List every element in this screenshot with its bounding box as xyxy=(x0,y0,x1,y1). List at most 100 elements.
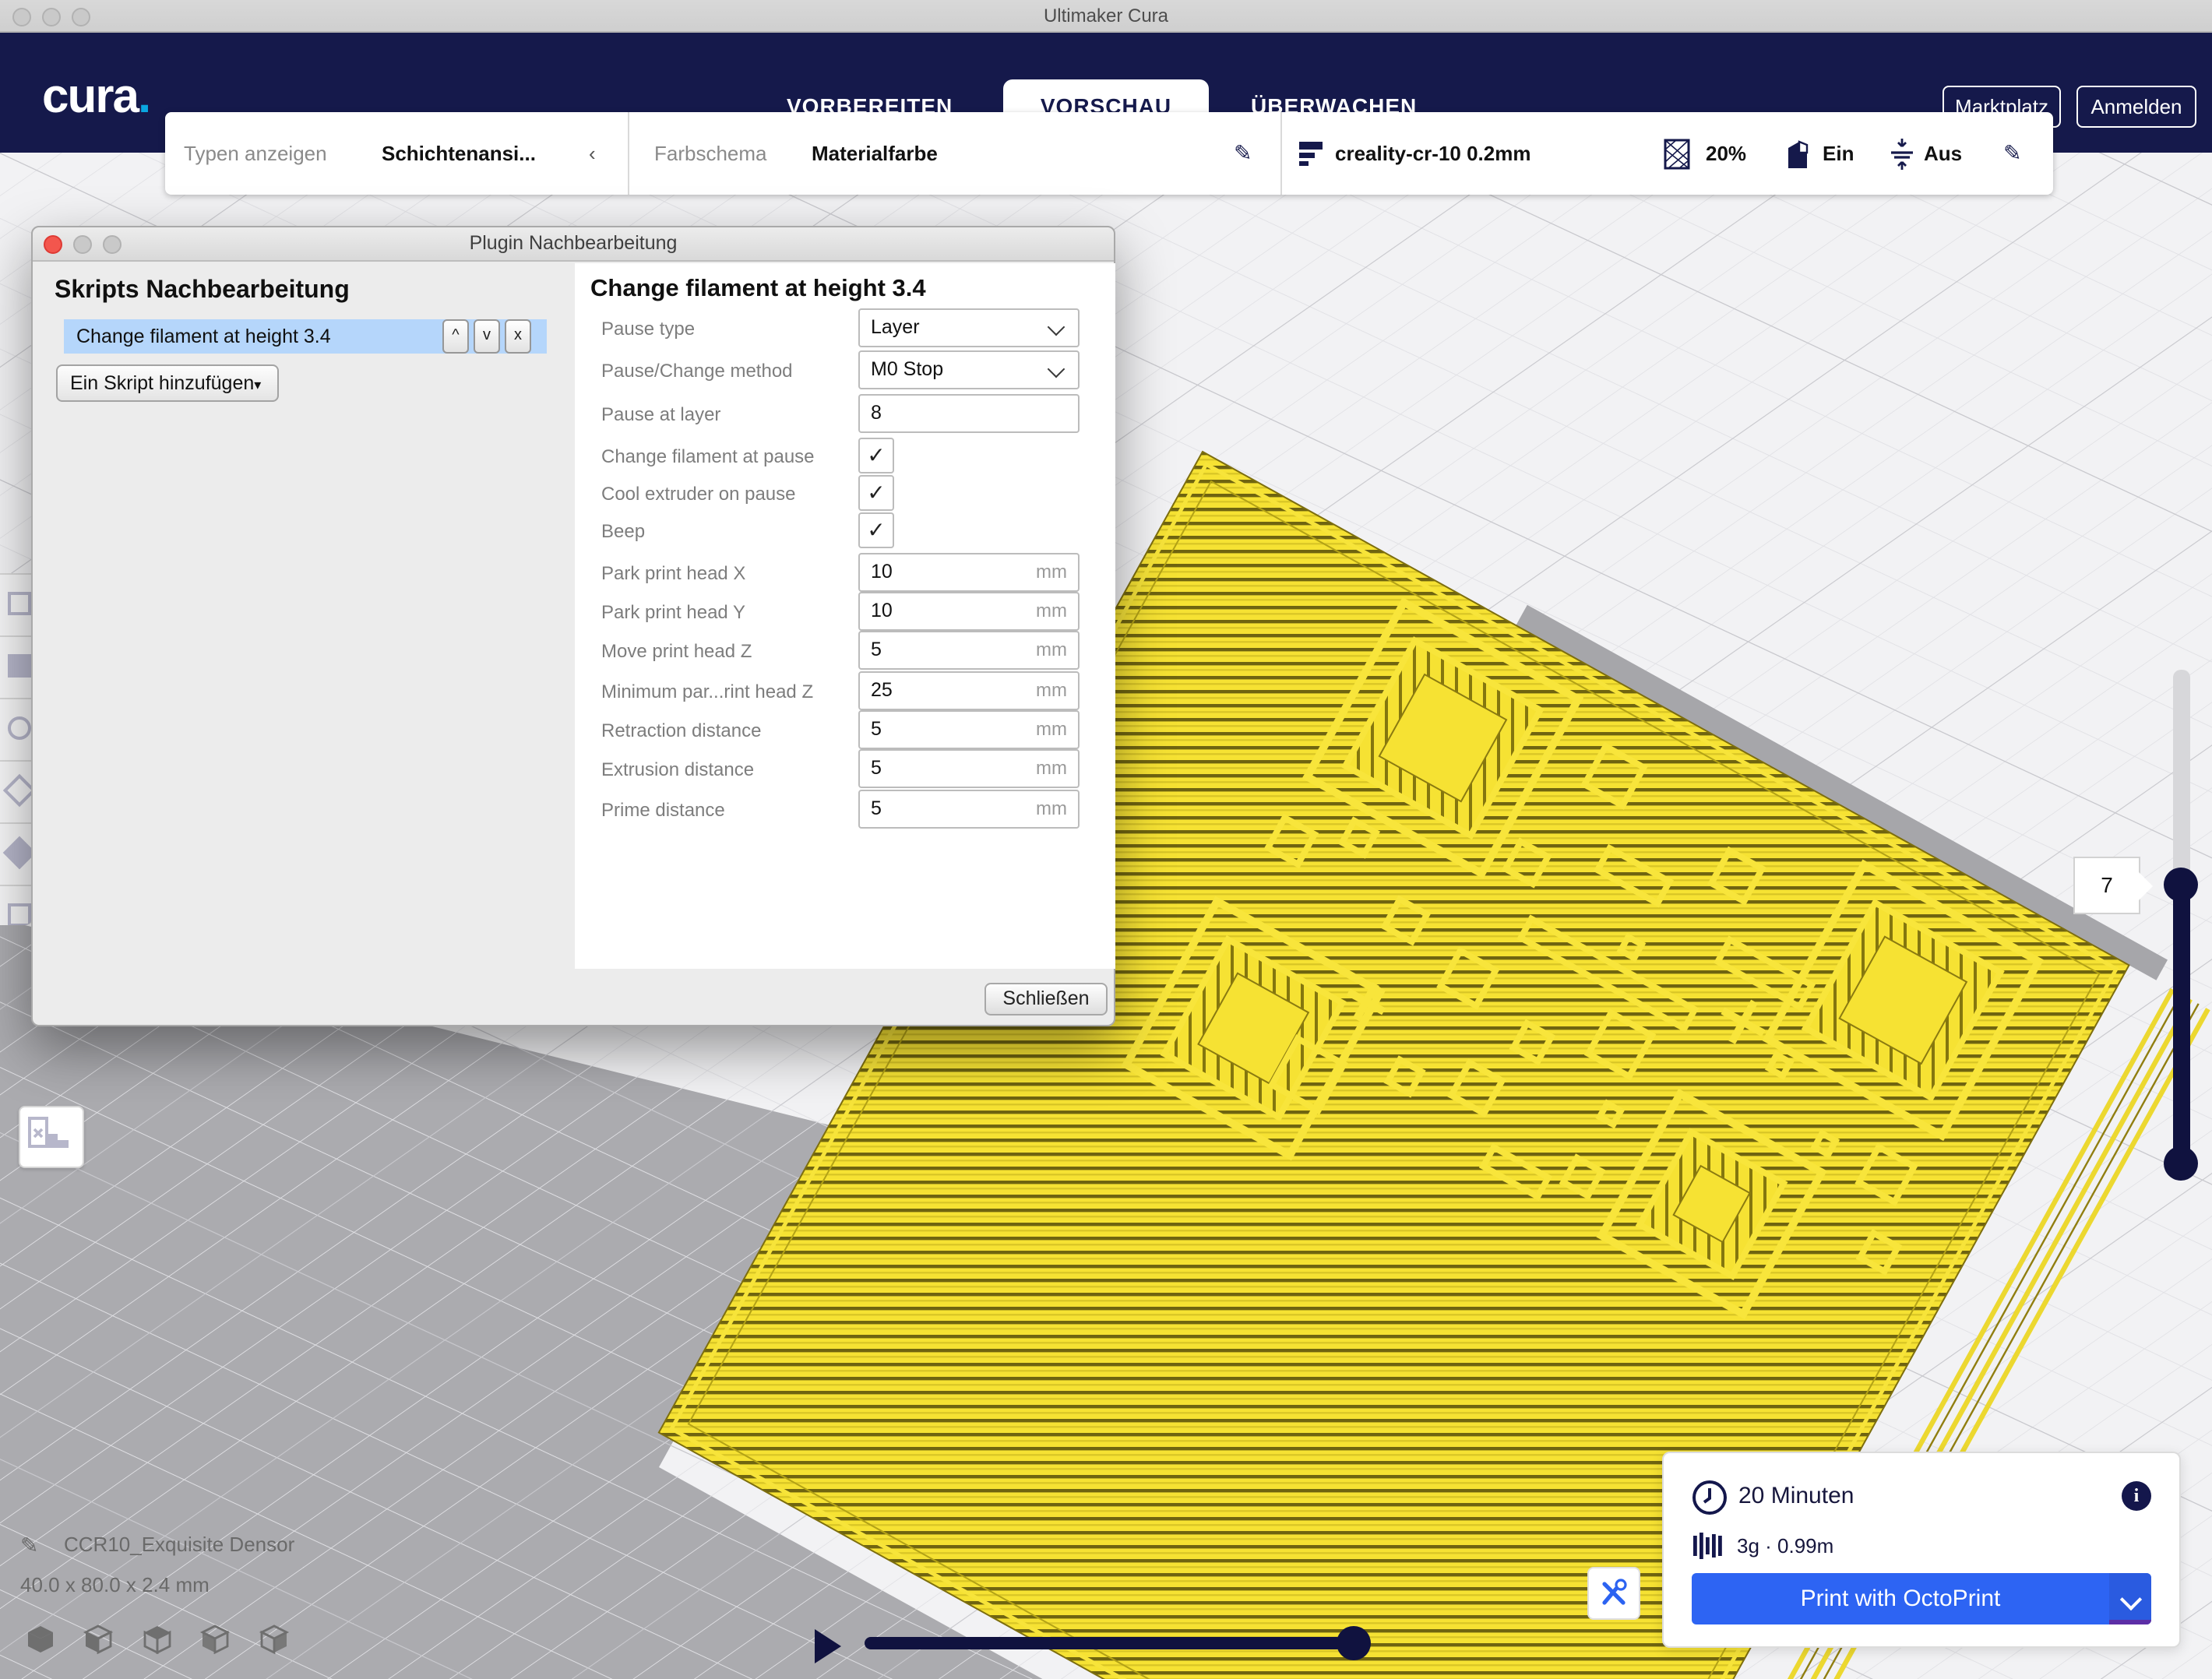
collapse-panel-icon[interactable]: ‹ xyxy=(589,112,596,195)
view-right-icon[interactable] xyxy=(257,1624,291,1654)
dialog-close-button[interactable] xyxy=(44,235,62,254)
field-row: Park print head X 10 mm xyxy=(575,553,1115,592)
left-tool-strip xyxy=(0,573,34,925)
view-front-icon[interactable] xyxy=(82,1624,116,1654)
field-label: Cool extruder on pause xyxy=(601,482,796,504)
dialog-minimize-button[interactable] xyxy=(73,235,92,254)
unit-label: mm xyxy=(1036,593,1067,629)
dropdown-accent xyxy=(2109,1620,2151,1624)
toolbar-divider xyxy=(628,112,629,195)
park-head-x-input[interactable]: 10 mm xyxy=(858,553,1080,592)
layer-slider-bottom-handle[interactable] xyxy=(2164,1146,2198,1181)
chevron-down-icon xyxy=(1048,319,1065,336)
tool-icon xyxy=(8,654,31,678)
view-type-dropdown[interactable]: Schichtenansi... xyxy=(382,112,536,195)
support-value[interactable]: Ein xyxy=(1823,112,1854,195)
check-icon: ✓ xyxy=(867,480,885,505)
remove-script-button[interactable]: x xyxy=(505,319,531,354)
field-row: Change filament at pause ✓ xyxy=(575,438,1115,473)
zoom-window-button[interactable] xyxy=(72,8,90,26)
material-estimate: 3g · 0.99m xyxy=(1737,1534,1833,1558)
retraction-distance-input[interactable]: 5 mm xyxy=(858,710,1080,749)
caret-down-icon: ▾ xyxy=(254,377,261,392)
field-label: Park print head Y xyxy=(601,600,745,622)
toolbar-divider xyxy=(1280,112,1282,195)
prime-distance-input[interactable]: 5 mm xyxy=(858,790,1080,829)
print-time-estimate: 20 Minuten xyxy=(1738,1483,1854,1509)
print-tools-button[interactable] xyxy=(1587,1567,1640,1620)
close-dialog-button[interactable]: Schließen xyxy=(984,983,1108,1015)
infill-value[interactable]: 20% xyxy=(1706,112,1746,195)
edit-view-settings-icon[interactable]: ✎ xyxy=(1234,112,1252,195)
model-dimensions: 40.0 x 80.0 x 2.4 mm xyxy=(20,1573,210,1596)
field-row: Pause type Layer xyxy=(575,308,1115,347)
info-icon[interactable]: i xyxy=(2122,1481,2151,1511)
move-script-up-button[interactable]: ^ xyxy=(442,319,469,354)
sign-in-button[interactable]: Anmelden xyxy=(2076,86,2196,128)
pause-method-select[interactable]: M0 Stop xyxy=(858,350,1080,389)
adhesion-value[interactable]: Aus xyxy=(1924,112,1962,195)
field-label: Pause at layer xyxy=(601,403,720,424)
tool-button[interactable] xyxy=(0,760,34,824)
tool-button[interactable] xyxy=(0,822,34,886)
tool-icon xyxy=(8,716,31,740)
print-with-octoprint-button[interactable]: Print with OctoPrint xyxy=(1692,1573,2151,1624)
park-head-y-input[interactable]: 10 mm xyxy=(858,592,1080,631)
edit-print-settings-icon[interactable]: ✎ xyxy=(2003,112,2021,195)
extrusion-distance-input[interactable]: 5 mm xyxy=(858,749,1080,788)
camera-view-presets xyxy=(23,1624,291,1662)
tool-icon xyxy=(3,774,34,807)
view-left-icon[interactable] xyxy=(199,1624,233,1654)
field-label: Change filament at pause xyxy=(601,445,815,466)
layer-slider-range[interactable] xyxy=(2173,885,2190,1163)
tool-icon xyxy=(3,836,34,869)
change-filament-checkbox[interactable]: ✓ xyxy=(858,438,894,473)
logo-dot: . xyxy=(138,69,150,123)
minimize-window-button[interactable] xyxy=(42,8,61,26)
field-label: Minimum par...rint head Z xyxy=(601,680,813,702)
support-icon xyxy=(1785,139,1813,170)
move-script-down-button[interactable]: v xyxy=(474,319,500,354)
path-slider-track[interactable] xyxy=(865,1637,1343,1649)
color-scheme-dropdown[interactable]: Materialfarbe xyxy=(812,112,938,195)
field-label: Retraction distance xyxy=(601,719,761,741)
field-row: Minimum par...rint head Z 25 mm xyxy=(575,671,1115,710)
clock-icon xyxy=(1692,1480,1728,1515)
view-top-icon[interactable] xyxy=(140,1624,174,1654)
dialog-zoom-button[interactable] xyxy=(103,235,122,254)
unit-label: mm xyxy=(1036,712,1067,748)
tool-button[interactable] xyxy=(0,885,34,925)
add-script-dropdown-button[interactable]: Ein Skript hinzufügen▾ xyxy=(56,364,279,402)
field-label: Move print head Z xyxy=(601,639,752,661)
per-model-settings-button[interactable] xyxy=(19,1106,84,1168)
unit-label: mm xyxy=(1036,632,1067,668)
post-processing-dialog: Plugin Nachbearbeitung Skripts Nachbearb… xyxy=(31,226,1115,1026)
edit-model-name-icon[interactable]: ✎ xyxy=(20,1533,38,1559)
move-head-z-input[interactable]: 5 mm xyxy=(858,631,1080,670)
dialog-titlebar[interactable]: Plugin Nachbearbeitung xyxy=(33,227,1114,262)
check-icon: ✓ xyxy=(867,442,885,467)
tool-button[interactable] xyxy=(0,573,34,637)
script-settings-heading: Change filament at height 3.4 xyxy=(590,276,926,304)
print-profile-value[interactable]: creality-cr-10 0.2mm xyxy=(1335,112,1531,195)
field-label: Park print head X xyxy=(601,561,745,583)
layer-slider-top-handle[interactable] xyxy=(2164,868,2198,902)
tool-button[interactable] xyxy=(0,698,34,762)
play-path-button[interactable] xyxy=(815,1629,841,1663)
view-3d-icon[interactable] xyxy=(23,1624,58,1654)
unit-label: mm xyxy=(1036,791,1067,827)
print-options-dropdown[interactable] xyxy=(2109,1573,2151,1624)
field-label: Pause/Change method xyxy=(601,359,793,381)
pause-type-select[interactable]: Layer xyxy=(858,308,1080,347)
pause-at-layer-input[interactable]: 8 xyxy=(858,394,1080,433)
print-job-panel: 20 Minuten i 3g · 0.99m Print with OctoP… xyxy=(1662,1452,2181,1648)
close-window-button[interactable] xyxy=(12,8,31,26)
cura-app-window: Ultimaker Cura cura. VORBEREITEN VORSCHA… xyxy=(0,0,2212,1679)
minimum-park-head-z-input[interactable]: 25 mm xyxy=(858,671,1080,710)
cool-extruder-checkbox[interactable]: ✓ xyxy=(858,475,894,511)
field-label: Pause type xyxy=(601,317,695,339)
script-settings-panel: Change filament at height 3.4 Pause type… xyxy=(575,263,1115,969)
tool-button[interactable] xyxy=(0,635,34,699)
beep-checkbox[interactable]: ✓ xyxy=(858,512,894,548)
path-slider-handle[interactable] xyxy=(1337,1626,1371,1660)
